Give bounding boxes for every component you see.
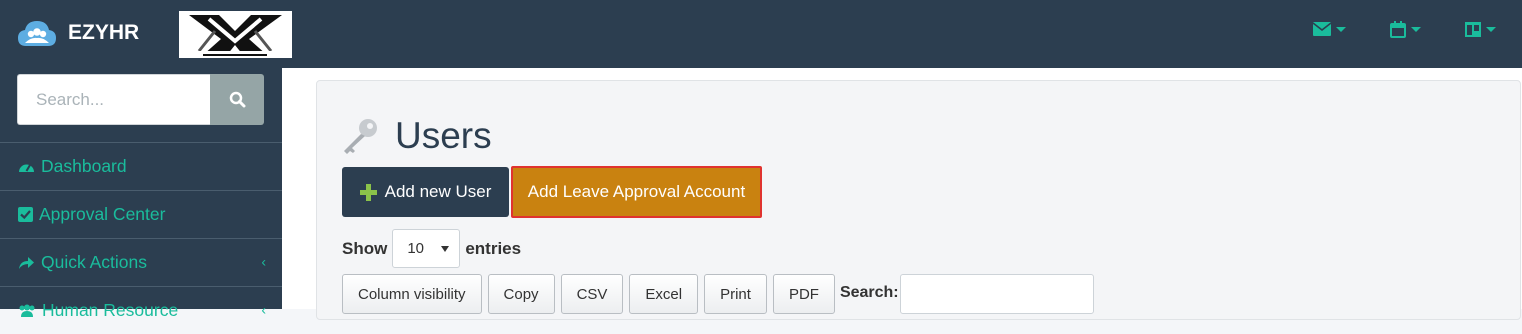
add-leave-approval-label: Add Leave Approval Account (527, 182, 746, 201)
chevron-down-icon (1336, 26, 1346, 32)
check-square-icon (18, 207, 33, 222)
sidebar-item-approval-center[interactable]: Approval Center (0, 190, 282, 238)
sidebar-nav: Dashboard Approval Center Quick Actions … (0, 142, 282, 334)
add-new-user-label: Add new User (384, 182, 492, 201)
envelope-icon (1313, 22, 1331, 36)
calendar-dropdown[interactable] (1390, 20, 1421, 38)
dashboard-icon (19, 164, 34, 172)
entries-label: entries (465, 238, 522, 258)
brand[interactable]: EZYHR (16, 16, 139, 50)
sidebar-item-label: Human Resource (42, 300, 179, 320)
layout-dropdown[interactable] (1465, 21, 1496, 37)
table-search-input[interactable] (899, 274, 1094, 314)
chevron-down-icon (1411, 26, 1421, 32)
show-label: Show (342, 238, 388, 258)
users-panel: Users Add new User Add Leave Approval Ac… (316, 80, 1521, 320)
chevron-down-icon (1486, 26, 1496, 32)
sidebar-search-input[interactable] (17, 74, 210, 125)
users-icon (19, 304, 35, 317)
top-navbar: EZYHR (0, 0, 1522, 68)
table-export-buttons: Column visibility Copy CSV Excel Print P… (342, 274, 1094, 314)
caret-down-icon (441, 245, 450, 252)
print-button[interactable]: Print (704, 274, 767, 314)
share-icon (19, 256, 34, 269)
chevron-left-icon: ‹ (261, 252, 266, 269)
table-search-label: Search: (839, 284, 899, 301)
search-icon (229, 91, 245, 108)
add-leave-approval-account-button[interactable]: Add Leave Approval Account (511, 166, 762, 218)
columns-icon (1465, 21, 1481, 37)
plus-icon (359, 183, 377, 201)
top-actions (1313, 18, 1496, 40)
logo-image (179, 11, 292, 58)
main-content: Users Add new User Add Leave Approval Ac… (282, 68, 1522, 320)
copy-button[interactable]: Copy (487, 274, 555, 314)
page-title-text: Users (395, 115, 492, 156)
cloud-users-icon (18, 21, 56, 46)
sidebar-item-quick-actions[interactable]: Quick Actions ‹ (0, 238, 282, 286)
page-title: Users (341, 115, 492, 157)
monsta-x-logo (179, 11, 292, 58)
sidebar-search-button[interactable] (210, 74, 264, 125)
sidebar-item-label: Approval Center (39, 204, 166, 224)
entries-length-control: Show 10 entries (342, 229, 521, 268)
pdf-button[interactable]: PDF (772, 274, 835, 314)
sidebar-search (17, 74, 264, 125)
excel-button[interactable]: Excel (629, 274, 699, 314)
key-icon (344, 119, 377, 154)
column-visibility-button[interactable]: Column visibility (342, 274, 482, 314)
entries-value: 10 (407, 240, 425, 257)
sidebar-item-label: Dashboard (41, 156, 127, 176)
calendar-icon (1390, 20, 1406, 38)
sidebar: Dashboard Approval Center Quick Actions … (0, 68, 282, 320)
sidebar-item-dashboard[interactable]: Dashboard (0, 142, 282, 190)
sidebar-item-human-resource[interactable]: Human Resource ‹ (0, 286, 282, 334)
csv-button[interactable]: CSV (560, 274, 624, 314)
messages-dropdown[interactable] (1313, 22, 1346, 36)
sidebar-item-label: Quick Actions (41, 252, 148, 272)
brand-name: EZYHR (68, 21, 140, 44)
add-new-user-button[interactable]: Add new User (342, 167, 509, 217)
entries-select[interactable]: 10 (392, 229, 461, 268)
